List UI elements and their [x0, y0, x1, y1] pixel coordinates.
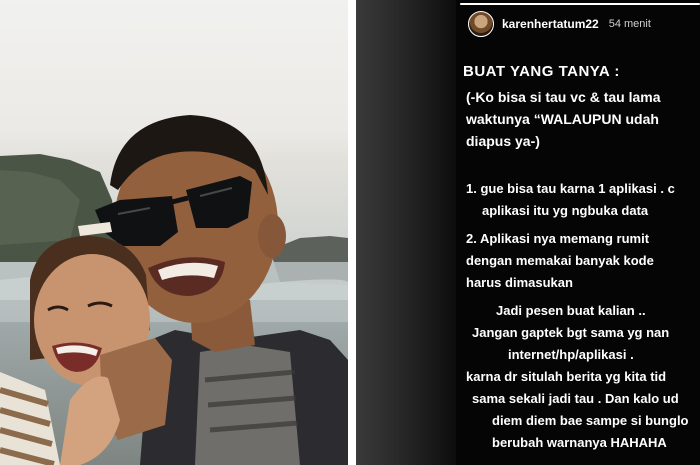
- couple-photo: [0, 0, 348, 465]
- story-closing: Jadi pesen buat kalian .. Jangan gaptek …: [466, 300, 700, 454]
- story-username[interactable]: karenhertatum22: [502, 17, 599, 31]
- story-edge-shadow: [356, 0, 456, 465]
- story-progress-fill: [460, 3, 700, 5]
- story-closing-line: Jadi pesen buat kalian ..: [496, 303, 646, 318]
- woman-hand: [60, 376, 120, 465]
- story-item-line: 2. Aplikasi nya memang rumit: [466, 231, 650, 246]
- profile-avatar-icon[interactable]: [468, 11, 494, 37]
- story-closing-line: berubah warnanya HAHAHA: [492, 435, 667, 450]
- photo-illustration: [0, 115, 348, 465]
- story-intro-line: (-Ko bisa si tau vc & tau lama: [466, 89, 661, 105]
- story-item-2: 2. Aplikasi nya memang rumit dengan mema…: [466, 228, 654, 294]
- instagram-story: karenhertatum22 54 menit BUAT YANG TANYA…: [356, 0, 700, 465]
- story-intro-line: waktunya “WALAUPUN udah: [466, 111, 659, 127]
- story-item-line: dengan memakai banyak kode: [466, 253, 654, 268]
- story-intro: (-Ko bisa si tau vc & tau lama waktunya …: [466, 86, 661, 152]
- story-item-line: harus dimasukan: [466, 275, 573, 290]
- story-intro-line: diapus ya-): [466, 133, 540, 149]
- story-item-line: 1. gue bisa tau karna 1 aplikasi . c: [466, 181, 675, 196]
- story-item-1: 1. gue bisa tau karna 1 aplikasi . c apl…: [466, 178, 675, 222]
- story-closing-line: sama sekali jadi tau . Dan kalo ud: [472, 391, 679, 406]
- story-item-line: aplikasi itu yg ngbuka data: [482, 203, 649, 218]
- story-timestamp: 54 menit: [608, 18, 651, 30]
- story-closing-line: internet/hp/aplikasi .: [508, 347, 634, 362]
- story-closing-line: Jangan gaptek bgt sama yg nan: [472, 325, 670, 340]
- story-header[interactable]: karenhertatum22 54 menit: [468, 11, 651, 37]
- story-heading: BUAT YANG TANYA :: [463, 63, 620, 80]
- image-divider: [348, 0, 356, 465]
- story-closing-line: karna dr situlah berita yg kita tid: [466, 369, 667, 384]
- story-progress-bar: [460, 3, 700, 5]
- story-closing-line: diem diem bae sampe si bunglo: [492, 413, 689, 428]
